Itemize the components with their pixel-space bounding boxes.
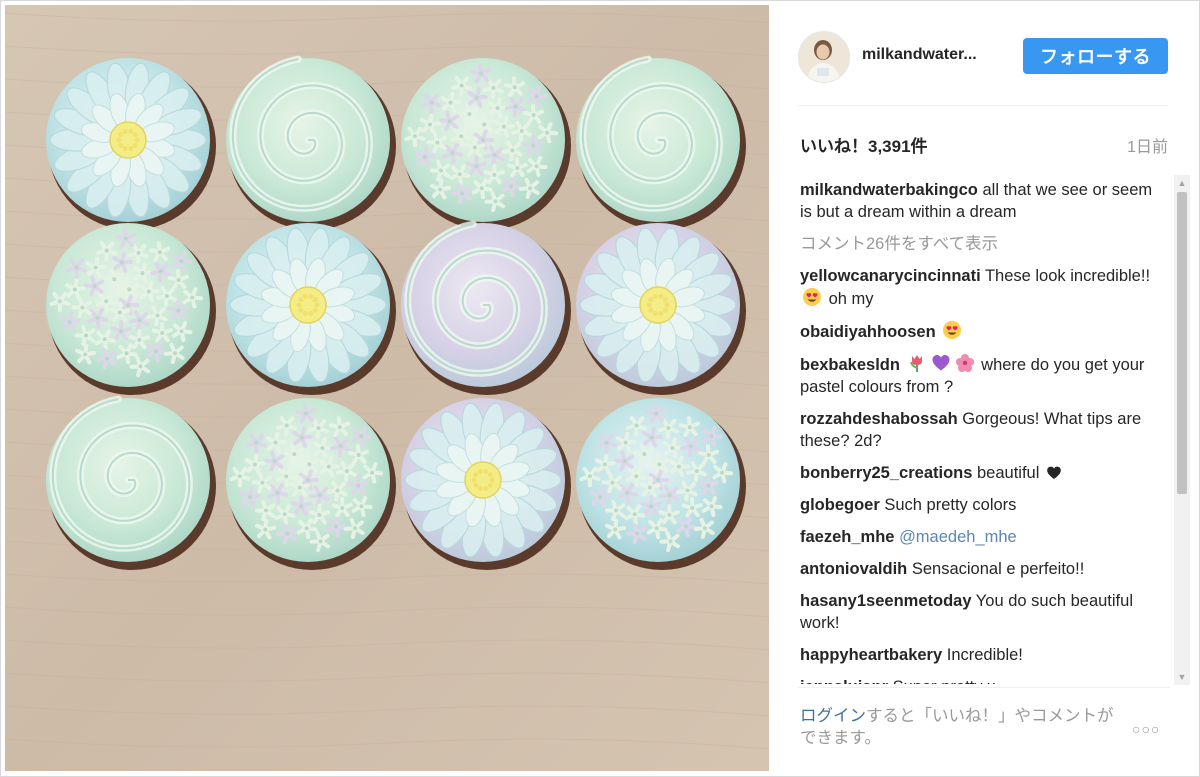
login-prompt: ログインすると「いいね！」やコメントができます。 — [800, 705, 1120, 749]
comment-username[interactable]: rozzahdeshabossah — [800, 410, 958, 428]
comment-text: oh my — [824, 290, 874, 308]
tulip-emoji — [909, 355, 922, 372]
post-header: milkandwater... フォローする — [798, 31, 1170, 87]
view-all-comments-link[interactable]: コメント26件をすべて表示 — [800, 233, 1162, 255]
comment-username[interactable]: jennaluianr — [800, 678, 888, 684]
heart-eyes-emoji — [943, 321, 962, 339]
comment-item: globegoer Such pretty colors — [800, 494, 1162, 516]
black-heart-emoji — [1047, 466, 1061, 479]
comment-text: Super pretty x — [888, 678, 996, 684]
more-options-icon[interactable]: ○○○ — [1132, 721, 1160, 737]
comment-items: yellowcanarycincinnati These look incred… — [800, 265, 1162, 684]
comments-scrollbar[interactable]: ▲ ▼ — [1174, 175, 1190, 685]
comment-item: jennaluianr Super pretty x — [800, 676, 1162, 684]
comments-list: milkandwaterbakingco all that we see or … — [800, 179, 1162, 684]
comment-username[interactable]: yellowcanarycincinnati — [800, 267, 981, 285]
avatar[interactable] — [798, 31, 850, 83]
divider — [798, 687, 1170, 688]
scroll-thumb[interactable] — [1177, 192, 1187, 494]
comment-item: yellowcanarycincinnati These look incred… — [800, 265, 1162, 310]
timestamp[interactable]: 1日前 — [1127, 133, 1168, 157]
caption-username[interactable]: milkandwaterbakingco — [800, 181, 978, 199]
comment-username[interactable]: faezeh_mhe — [800, 528, 894, 546]
heart-eyes-emoji — [803, 288, 821, 306]
comment-text: These look incredible!! — [980, 267, 1151, 285]
comment-username[interactable]: globegoer — [800, 496, 880, 514]
comment-username[interactable]: antoniovaldih — [800, 560, 907, 578]
divider — [798, 105, 1168, 106]
comment-username[interactable]: obaidiyahhoosen — [800, 323, 936, 341]
comment-text — [936, 323, 941, 341]
post-photo[interactable] — [5, 5, 769, 771]
comment-username[interactable]: bonberry25_creations — [800, 464, 972, 482]
comment-item: rozzahdeshabossah Gorgeous! What tips ar… — [800, 408, 1162, 452]
comment-username[interactable]: bexbakesldn — [800, 356, 900, 374]
comment-text: beautiful — [972, 464, 1044, 482]
hibiscus-emoji — [955, 354, 974, 372]
comment-text: Sensacional e perfeito!! — [907, 560, 1085, 578]
username-link[interactable]: milkandwater... — [862, 46, 977, 64]
comment-item: hasany1seenmetoday You do such beautiful… — [800, 590, 1162, 634]
post-sidebar: milkandwater... フォローする いいね！3,391件 1日前 mi… — [770, 5, 1198, 771]
comment-item: antoniovaldih Sensacional e perfeito!! — [800, 558, 1162, 580]
comment-username[interactable]: happyheartbakery — [800, 646, 942, 664]
comment-username[interactable]: hasany1seenmetoday — [800, 592, 972, 610]
comment-text — [900, 356, 905, 374]
purple-heart-emoji — [932, 355, 950, 371]
comment-item: obaidiyahhoosen — [800, 320, 1162, 343]
avatar-image — [799, 32, 849, 82]
follow-button[interactable]: フォローする — [1023, 38, 1168, 74]
login-link[interactable]: ログイン — [800, 707, 866, 725]
likes-count[interactable]: いいね！3,391件 — [800, 132, 928, 157]
scroll-down-arrow-icon[interactable]: ▼ — [1174, 669, 1190, 685]
cupcakes-image — [5, 5, 769, 771]
comment-text: Such pretty colors — [879, 496, 1017, 514]
scroll-up-arrow-icon[interactable]: ▲ — [1174, 175, 1190, 191]
comment-item: happyheartbakery Incredible! — [800, 644, 1162, 666]
comment-item: bexbakesldn where do you get your pastel… — [800, 353, 1162, 398]
caption: milkandwaterbakingco all that we see or … — [800, 179, 1162, 223]
comment-mention-link[interactable]: @maedeh_mhe — [899, 528, 1017, 546]
comment-item: faezeh_mhe @maedeh_mhe — [800, 526, 1162, 548]
comment-text: Incredible! — [942, 646, 1023, 664]
comment-item: bonberry25_creations beautiful — [800, 462, 1162, 484]
